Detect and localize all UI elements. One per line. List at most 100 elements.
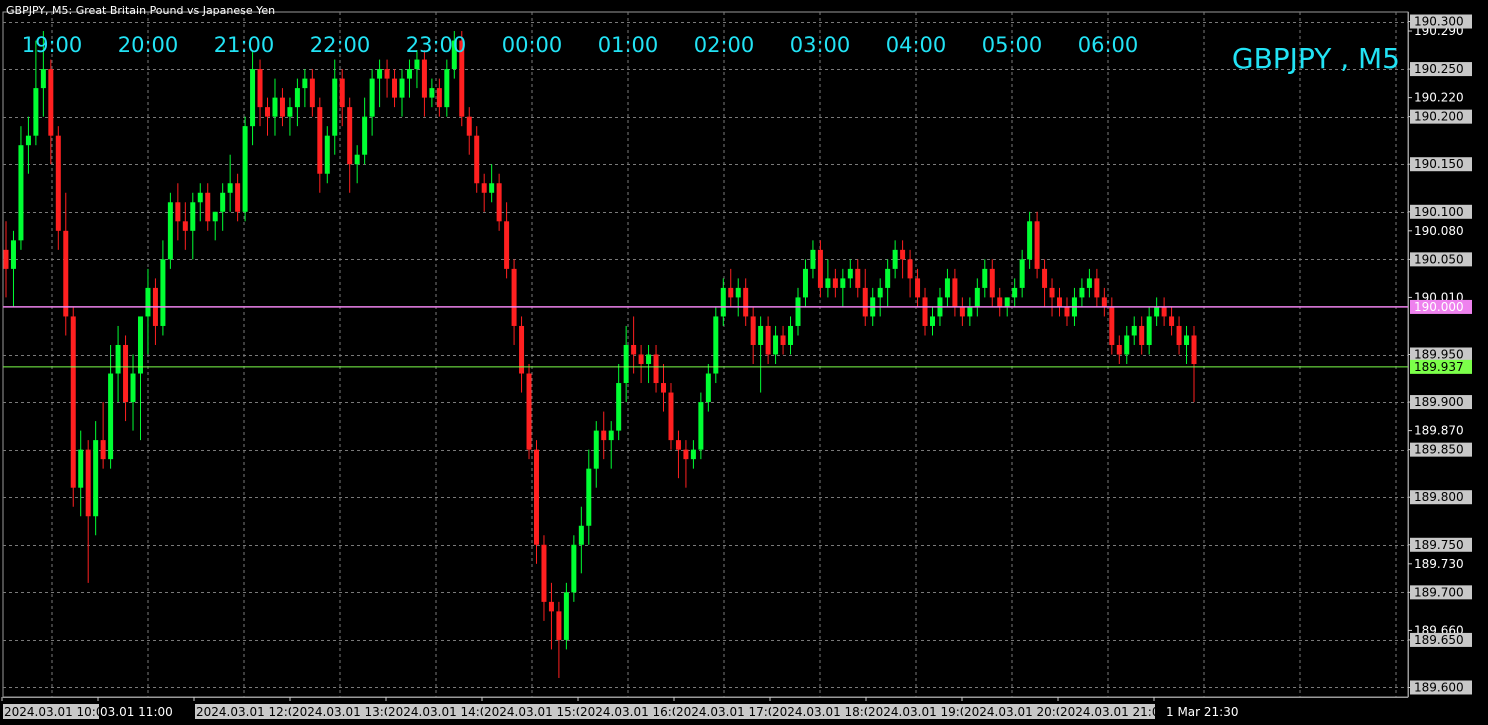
candle-bear [997, 297, 1003, 307]
candle-bull [1184, 335, 1190, 345]
price-tick-label: 190.250 [1414, 62, 1464, 76]
hour-label: 05:00 [982, 33, 1043, 57]
candle-bear [279, 97, 285, 117]
candle-bull [944, 278, 950, 298]
candle-bear [421, 59, 427, 98]
price-tick-label: 189.800 [1414, 490, 1464, 504]
candle-bear [85, 449, 91, 517]
candle-bear [436, 88, 442, 108]
candle-bull [698, 402, 704, 450]
candle-bull [1019, 259, 1025, 288]
candle-bull [877, 287, 883, 298]
candle-bull [414, 59, 420, 70]
candle-bear [205, 192, 211, 222]
candle-bull [324, 135, 330, 174]
candle-bear [504, 221, 510, 269]
bid-price-label: 189.937 [1414, 360, 1464, 374]
candle-bear [780, 335, 786, 345]
candle-bear [743, 287, 749, 317]
candle-bear [100, 440, 106, 460]
candle-bull [1004, 297, 1010, 307]
price-tick-label: 189.650 [1414, 633, 1464, 647]
price-tick-label: 190.150 [1414, 157, 1464, 171]
candle-bull [840, 278, 846, 288]
time-axis-label: 2024.03.01 15:00 [484, 705, 591, 719]
candle-bull [802, 268, 808, 298]
time-axis-label: 2024.03.01 14:00 [388, 705, 495, 719]
price-chart[interactable]: 19:00 20:00 21:00 22:00 23:00 00:00 01:00 02:00… [0, 0, 1488, 725]
price-tick-label: 190.220 [1414, 91, 1464, 105]
candle-bull [720, 287, 726, 317]
price-tick-label: 189.730 [1414, 557, 1464, 571]
chart-info-line: GBPJPY, M5: Great Britain Pound vs Japan… [6, 4, 276, 17]
candle-bull [78, 449, 84, 488]
level-line-label: 190.000 [1414, 300, 1464, 314]
candle-bull [250, 69, 256, 127]
candle-bull [571, 544, 577, 593]
time-axis-label: 2024.03.01 10:00 [4, 705, 111, 719]
candle-bull [847, 268, 853, 279]
candle-bull [272, 97, 278, 117]
price-tick-label: 189.900 [1414, 395, 1464, 409]
price-tick-label: 190.080 [1414, 224, 1464, 238]
hour-label: 20:00 [118, 33, 179, 57]
candle-bear [556, 611, 562, 640]
candle-bull [369, 78, 375, 117]
time-axis-label: 2024.03.01 12:00 [196, 705, 303, 719]
candle-bear [668, 392, 674, 441]
candle-bull [108, 373, 114, 460]
candle-bull [40, 69, 46, 89]
candle-bull [377, 69, 383, 79]
time-axis-label: 2024.03.01 17:00 [676, 705, 783, 719]
candle-bull [294, 88, 300, 108]
candle-bear [1049, 287, 1055, 298]
candle-bull [93, 440, 99, 517]
candle-bear [728, 287, 734, 298]
price-tick-label: 189.850 [1414, 443, 1464, 457]
candle-bear [765, 325, 771, 355]
candle-bear [511, 268, 517, 326]
candle-bull [429, 88, 435, 98]
price-tick-label: 190.200 [1414, 110, 1464, 124]
candle-bull [399, 78, 405, 98]
time-axis-label: 2024.03.01 13:00 [292, 705, 399, 719]
candle-bear [638, 354, 644, 365]
candle-bull [705, 373, 711, 403]
candle-bull [929, 316, 935, 326]
candle-bull [130, 373, 136, 403]
candle-bear [182, 221, 188, 231]
candle-bull [735, 287, 741, 298]
price-tick-label: 190.050 [1414, 252, 1464, 266]
candle-bear [123, 344, 129, 403]
chart-background [0, 0, 1488, 725]
price-axis: 190.290190.220190.080190.010189.870189.7… [1408, 12, 1472, 697]
candle-bear [70, 316, 76, 488]
price-tick-label: 190.100 [1414, 205, 1464, 219]
candle-bull [623, 344, 629, 384]
candle-bull [608, 430, 614, 441]
candle-bull [967, 306, 973, 317]
candle-bull [137, 316, 143, 374]
candle-bear [55, 135, 61, 231]
candle-bear [548, 601, 554, 612]
candle-bear [915, 278, 921, 298]
hour-label: 02:00 [694, 33, 755, 57]
candle-bull [788, 325, 794, 345]
candle-bear [257, 69, 263, 108]
candle-bear [1101, 297, 1107, 307]
candle-bear [265, 107, 271, 117]
candle-bull [982, 268, 988, 288]
candle-bull [362, 116, 368, 155]
candle-bull [444, 69, 450, 108]
candle-bull [1079, 287, 1085, 298]
candle-bull [287, 107, 293, 117]
candle-bull [1086, 278, 1092, 288]
hour-label: 23:00 [406, 33, 467, 57]
candle-bear [1176, 325, 1182, 345]
candle-bull [197, 192, 203, 203]
time-axis-label: 2024.03.01 18:00 [772, 705, 879, 719]
candle-bear [496, 183, 502, 222]
candle-bull [1012, 287, 1018, 298]
hour-label: 03:00 [790, 33, 851, 57]
hour-label: 22:00 [310, 33, 371, 57]
